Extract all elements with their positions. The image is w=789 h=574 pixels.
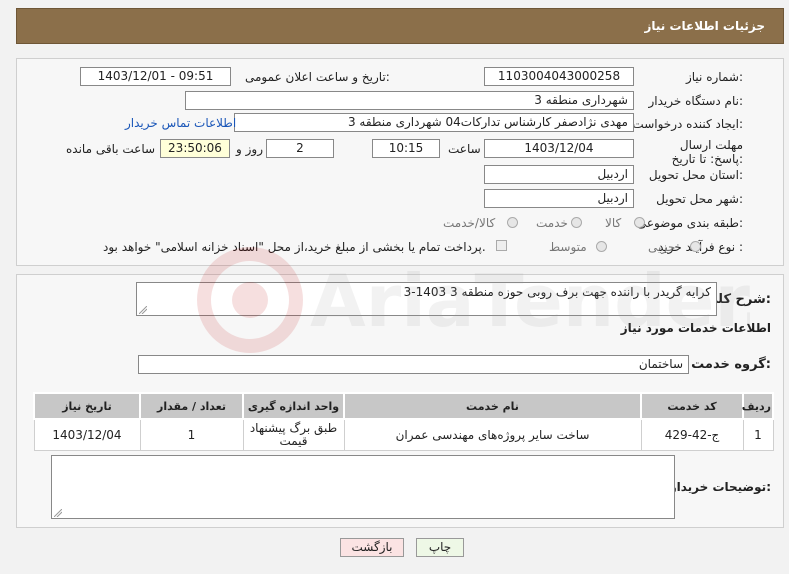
deadline-date-field: 1403/12/04 <box>484 139 634 158</box>
table-header-row: ردیف کد خدمت نام خدمت واحد اندازه گیری ت… <box>33 392 774 420</box>
service-group-field: ساختمان <box>138 355 689 374</box>
page-header: جزئیات اطلاعات نیاز <box>16 8 784 44</box>
cell-quantity: 1 <box>139 418 244 451</box>
resize-grip-icon[interactable] <box>54 509 62 517</box>
announce-field: 1403/12/01 - 09:51 <box>80 67 231 86</box>
summary-text: کرایه گریدر با راننده جهت برف روبی حوزه … <box>403 285 711 299</box>
deadline-label: مهلت ارسال پاسخ: تا تاریخ: <box>671 138 743 166</box>
col-header-service-code: کد خدمت <box>640 392 744 420</box>
city-field: اردبیل <box>484 189 634 208</box>
city-label: شهر محل تحویل: <box>656 192 743 206</box>
cell-need-date: 1403/12/04 <box>33 418 141 451</box>
col-header-quantity: تعداد / مقدار <box>139 392 244 420</box>
remaining-label: ساعت باقی مانده <box>66 142 156 156</box>
remaining-time-field: 23:50:06 <box>160 139 230 158</box>
print-button[interactable]: چاپ <box>416 538 464 557</box>
process-option-medium: متوسط <box>549 240 587 254</box>
process-option-minor: جزیی <box>648 240 676 254</box>
province-label: استان محل تحویل: <box>648 168 743 182</box>
days-field: 2 <box>266 139 334 158</box>
announce-label: تاریخ و ساعت اعلان عمومی: <box>245 70 390 84</box>
category-radio-goods[interactable] <box>634 217 645 228</box>
category-radio-service[interactable] <box>571 217 582 228</box>
category-radio-goods-service[interactable] <box>507 217 518 228</box>
cell-row-number: 1 <box>742 418 774 451</box>
buyer-org-label: نام دستگاه خریدار: <box>648 94 744 108</box>
col-header-row-number: ردیف <box>742 392 774 420</box>
process-radio-minor[interactable] <box>690 241 701 252</box>
days-label: روز و <box>236 142 263 156</box>
deadline-time-field: 10:15 <box>372 139 440 158</box>
contact-buyer-link[interactable]: اطلاعات تماس خریدار <box>125 116 236 130</box>
category-option-service: خدمت <box>536 216 568 230</box>
province-field: اردبیل <box>484 165 634 184</box>
services-title: اطلاعات خدمات مورد نیاز <box>620 321 771 335</box>
need-number-field: 1103004043000258 <box>484 67 634 86</box>
category-option-goods-service: کالا/خدمت <box>443 216 496 230</box>
buyer-notes-textarea[interactable] <box>51 455 675 519</box>
cell-service-code: ج-42-429 <box>640 418 744 451</box>
col-header-service-name: نام خدمت <box>343 392 642 420</box>
buyer-notes-label: توضیحات خریدار: <box>669 480 771 494</box>
creator-field: مهدی نژادصفر کارشناس تداركات04 شهرداری م… <box>234 113 634 132</box>
payment-note: پرداخت تمام یا بخشی از مبلغ خرید،از محل … <box>103 240 486 254</box>
table-row: 1 ج-42-429 ساخت سایر پروژه‌های مهندسی عم… <box>33 418 774 451</box>
treasury-payment-checkbox[interactable] <box>496 240 507 251</box>
summary-textarea[interactable]: کرایه گریدر با راننده جهت برف روبی حوزه … <box>136 282 717 316</box>
category-option-goods: کالا <box>605 216 622 230</box>
col-header-unit: واحد اندازه گیری <box>242 392 345 420</box>
resize-grip-icon[interactable] <box>139 306 147 314</box>
cell-service-name: ساخت سایر پروژه‌های مهندسی عمران <box>343 418 642 451</box>
creator-label: ایجاد کننده درخواست: <box>632 117 743 131</box>
category-label: طبقه بندی موضوعی: <box>636 216 743 230</box>
process-radio-medium[interactable] <box>596 241 607 252</box>
service-group-label: گروه خدمت: <box>691 357 771 372</box>
cell-unit: طبق برگ پیشنهاد قیمت <box>242 418 345 451</box>
services-table: ردیف کد خدمت نام خدمت واحد اندازه گیری ت… <box>33 392 774 451</box>
need-number-label: شماره نیاز: <box>685 70 743 84</box>
time-label: ساعت <box>448 142 481 156</box>
page-title: جزئیات اطلاعات نیاز <box>644 19 765 33</box>
col-header-need-date: تاریخ نیاز <box>33 392 141 420</box>
cell-unit-text: طبق برگ پیشنهاد قیمت <box>249 421 338 448</box>
back-button[interactable]: بازگشت <box>340 538 404 557</box>
buyer-org-field: شهرداری منطقه 3 <box>185 91 634 110</box>
